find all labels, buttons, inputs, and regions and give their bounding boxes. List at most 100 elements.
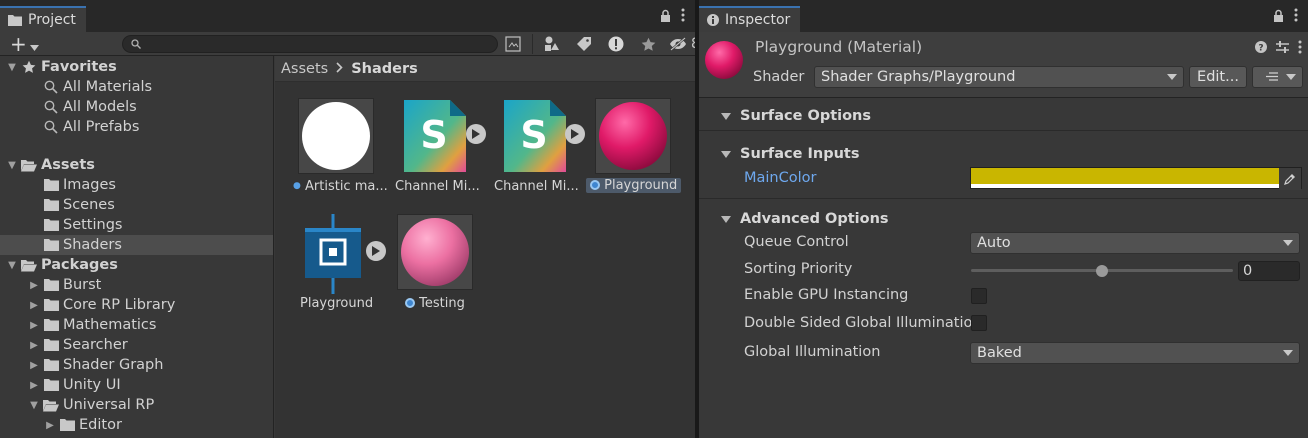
foldout-arrow-icon <box>721 150 731 158</box>
lock-icon[interactable] <box>1273 9 1284 26</box>
folder-icon <box>42 377 60 393</box>
project-window: Project + ▼ Favorites All Materials All … <box>0 0 695 438</box>
folder-icon <box>42 277 60 293</box>
edit-shader-button[interactable]: Edit... <box>1189 66 1247 88</box>
foldout-arrow-icon <box>721 215 731 223</box>
expand-asset-button[interactable] <box>565 124 585 144</box>
section-surface-options[interactable]: Surface Options <box>699 104 1308 128</box>
material-sphere-pink-icon <box>401 218 469 286</box>
tree-item-all-materials[interactable]: All Materials <box>0 77 273 97</box>
svg-text:S: S <box>520 113 547 157</box>
section-surface-inputs[interactable]: Surface Inputs <box>699 142 1308 166</box>
collapsed-arrow-icon[interactable]: ▶ <box>26 275 42 295</box>
dropdown-caret-icon <box>1167 74 1177 80</box>
material-preview-icon <box>705 41 743 79</box>
material-header: Playground (Material) ? Shader Shader Gr… <box>699 32 1308 98</box>
star-icon <box>641 37 655 51</box>
double-sided-gi-label: Double Sided Global Illuminatio <box>744 315 973 331</box>
expand-asset-button[interactable] <box>366 241 386 261</box>
sorting-priority-input[interactable]: 0 <box>1238 261 1300 281</box>
plus-icon: + <box>10 32 27 56</box>
gpu-instancing-checkbox[interactable] <box>971 288 987 304</box>
create-button[interactable]: + <box>10 34 39 54</box>
tree-item-burst[interactable]: ▶ Burst <box>0 275 273 295</box>
eyedropper-icon[interactable] <box>1279 168 1301 190</box>
expand-arrow-icon[interactable]: ▼ <box>26 395 42 415</box>
search-icon <box>131 39 141 49</box>
favorites-button[interactable] <box>635 34 661 54</box>
global-illumination-value: Baked <box>977 345 1022 361</box>
shader-options-button[interactable] <box>1252 66 1303 88</box>
tree-item-shaders[interactable]: Shaders <box>0 235 273 255</box>
tab-project[interactable]: Project <box>0 6 86 32</box>
asset-label-selected: Playground <box>586 178 682 193</box>
asset-artistic-material[interactable] <box>298 98 374 174</box>
expand-arrow-icon[interactable]: ▼ <box>4 57 20 77</box>
expand-asset-button[interactable] <box>466 124 486 144</box>
tree-item-shader-graph[interactable]: ▶ Shader Graph <box>0 355 273 375</box>
tree-item-label: All Materials <box>63 79 153 95</box>
tree-item-settings[interactable]: Settings <box>0 215 273 235</box>
global-illumination-dropdown[interactable]: Baked <box>970 342 1300 364</box>
tree-item-universal-rp[interactable]: ▼ Universal RP <box>0 395 273 415</box>
tree-item-label: Shader Graph <box>63 357 164 373</box>
tree-item-mathematics[interactable]: ▶ Mathematics <box>0 315 273 335</box>
lock-icon[interactable] <box>660 9 671 26</box>
search-icon <box>42 99 60 115</box>
warning-circle-icon <box>608 36 624 52</box>
tree-item-core-rp-library[interactable]: ▶ Core RP Library <box>0 295 273 315</box>
tree-item-all-prefabs[interactable]: All Prefabs <box>0 117 273 137</box>
breadcrumb-assets[interactable]: Assets <box>281 61 328 77</box>
expand-arrow-icon[interactable]: ▼ <box>4 155 20 175</box>
collapsed-arrow-icon[interactable]: ▶ <box>26 315 42 335</box>
collapsed-arrow-icon[interactable]: ▶ <box>26 335 42 355</box>
material-sphere-white-icon <box>302 102 370 170</box>
collapsed-arrow-icon[interactable]: ▶ <box>26 375 42 395</box>
tree-item-label: Scenes <box>63 197 115 213</box>
tree-item-unity-ui[interactable]: ▶ Unity UI <box>0 375 273 395</box>
section-advanced-options[interactable]: Advanced Options <box>699 207 1308 231</box>
tree-item-images[interactable]: Images <box>0 175 273 195</box>
queue-control-dropdown[interactable]: Auto <box>970 232 1300 254</box>
log-types-button[interactable] <box>603 34 629 54</box>
tree-item-editor[interactable]: ▶ Editor <box>0 415 273 435</box>
shader-dropdown[interactable]: Shader Graphs/Playground <box>814 66 1184 88</box>
collapsed-arrow-icon[interactable]: ▶ <box>26 355 42 375</box>
tree-item-searcher[interactable]: ▶ Searcher <box>0 335 273 355</box>
star-icon <box>20 59 38 75</box>
tab-inspector-label: Inspector <box>725 12 791 28</box>
more-menu-icon[interactable] <box>1298 40 1302 58</box>
slider-thumb[interactable] <box>1096 265 1108 277</box>
folder-icon <box>42 217 60 233</box>
sub-graph-icon <box>305 214 361 294</box>
folder-icon <box>42 337 60 353</box>
shader-graph-icon: S <box>504 100 566 172</box>
asset-playground-material[interactable] <box>595 98 671 174</box>
asset-testing-material[interactable] <box>397 214 473 290</box>
chevron-right-icon <box>336 61 343 77</box>
help-icon[interactable]: ? <box>1255 41 1267 57</box>
tab-inspector[interactable]: Inspector <box>699 6 801 32</box>
tree-favorites[interactable]: ▼ Favorites <box>0 57 273 77</box>
presets-icon[interactable] <box>1276 41 1289 57</box>
tree-packages[interactable]: ▼ Packages <box>0 255 273 275</box>
search-by-type-button[interactable] <box>500 34 526 54</box>
main-color-field[interactable] <box>970 167 1302 190</box>
filter-by-label-button[interactable] <box>571 34 597 54</box>
filter-by-type-button[interactable] <box>539 34 565 54</box>
more-menu-icon[interactable] <box>681 8 685 26</box>
search-input[interactable] <box>122 35 498 53</box>
tree-assets[interactable]: ▼ Assets <box>0 155 273 175</box>
collapsed-arrow-icon[interactable]: ▶ <box>26 295 42 315</box>
breadcrumb: Assets Shaders <box>275 56 695 82</box>
expand-arrow-icon[interactable]: ▼ <box>4 255 20 275</box>
tree-item-scenes[interactable]: Scenes <box>0 195 273 215</box>
more-menu-icon[interactable] <box>1294 8 1298 26</box>
breadcrumb-shaders[interactable]: Shaders <box>351 61 418 77</box>
collapsed-arrow-icon[interactable]: ▶ <box>42 415 58 435</box>
open-folder-icon <box>20 157 38 173</box>
foldout-arrow-icon <box>721 112 731 120</box>
hidden-packages-button[interactable] <box>667 34 689 54</box>
double-sided-gi-checkbox[interactable] <box>971 315 987 331</box>
tree-item-all-models[interactable]: All Models <box>0 97 273 117</box>
